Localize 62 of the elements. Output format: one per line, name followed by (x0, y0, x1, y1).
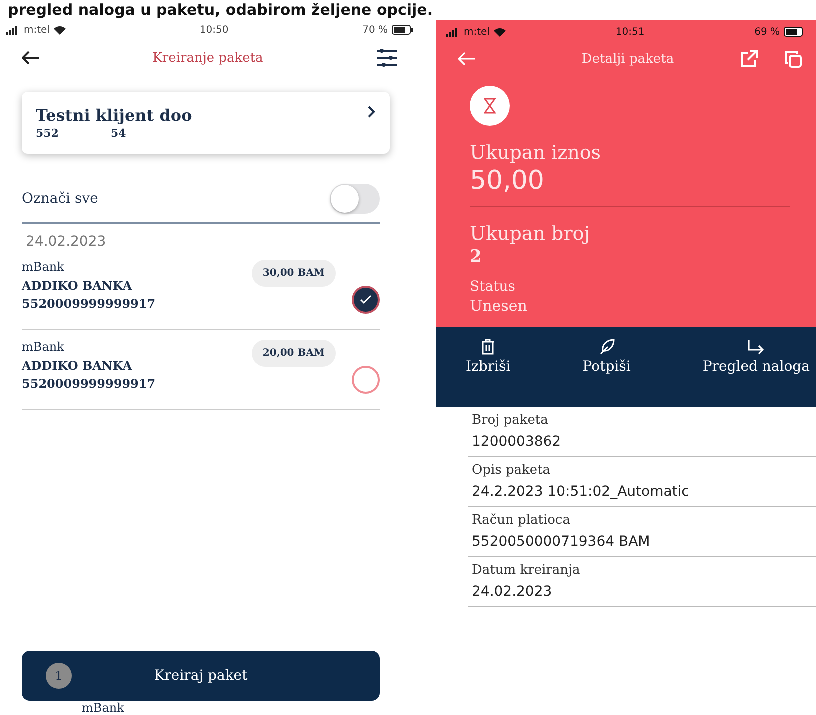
detail-label: Datum kreiranja (472, 563, 582, 578)
status-value: Unesen (470, 297, 528, 315)
screen-title: Detalji paketa (580, 52, 676, 66)
total-count-label: Ukupan broj (470, 223, 592, 245)
total-amount-value: 50,00 (470, 166, 546, 196)
client-code: 54 (110, 127, 126, 140)
detail-value: 24.2.2023 10:51:02_Automatic (472, 484, 690, 500)
select-checkbox[interactable] (352, 366, 380, 394)
amount-pill: 30,00 BAM (252, 260, 336, 287)
toggle-switch[interactable] (330, 184, 380, 214)
payer-name: mBank (82, 701, 126, 715)
amount-pill: 20,00 BAM (252, 340, 336, 367)
detail-label: Račun platioca (472, 513, 572, 528)
filter-icon[interactable] (376, 48, 398, 68)
account-number: 5520009999999917 (22, 297, 157, 311)
checkmark-icon (360, 295, 372, 305)
copy-icon[interactable] (784, 50, 802, 68)
chevron-right-icon (368, 106, 376, 118)
detail-value: 5520050000719364 BAM (472, 534, 652, 550)
payer-name: mBank (22, 260, 66, 274)
back-arrow-icon[interactable] (22, 51, 40, 65)
screen-title: Kreiranje paketa (152, 50, 264, 66)
client-code: 552 (36, 127, 59, 140)
battery-percent: 69 % (754, 26, 780, 38)
total-count-value: 2 (470, 247, 483, 267)
battery-icon (784, 27, 806, 37)
delete-action-button[interactable]: Izbriši (466, 339, 511, 395)
create-package-button[interactable]: 1 Kreiraj paket (22, 651, 380, 701)
payer-name: mBank (22, 340, 66, 354)
bank-name: ADDIKO BANKA (22, 279, 134, 293)
share-icon[interactable] (740, 50, 758, 68)
signal-icon (446, 28, 460, 36)
wifi-icon (54, 26, 66, 34)
date-heading: 24.02.2023 (26, 234, 108, 250)
detail-label: Opis paketa (472, 463, 552, 478)
battery-icon (392, 25, 414, 35)
client-card[interactable]: Testni klijent doo 552 54 (22, 92, 390, 154)
wifi-icon (494, 28, 506, 36)
caption-text: pregled naloga u paketu, odabirom željene opcije. (7, 0, 434, 20)
status-label: Status (470, 279, 516, 295)
signal-icon (6, 26, 20, 34)
count-badge: 1 (46, 663, 72, 689)
trash-icon (481, 339, 496, 355)
select-all-label: Označi sve (22, 191, 98, 207)
forward-action-button[interactable]: Pregled naloga (702, 339, 810, 395)
sign-action-button[interactable]: Potpiši (582, 339, 631, 395)
feather-icon (598, 339, 615, 355)
battery-percent: 70 % (362, 24, 388, 36)
client-name: Testni klijent doo (36, 106, 192, 125)
carrier-name: m:tel (464, 26, 490, 38)
turn-arrow-icon (747, 339, 766, 355)
total-amount-label: Ukupan iznos (470, 142, 602, 164)
bank-name: ADDIKO BANKA (22, 359, 134, 373)
select-checkbox[interactable] (352, 286, 380, 314)
carrier-name: m:tel (24, 24, 50, 36)
detail-label: Broj paketa (472, 413, 550, 428)
clock-time: 10:50 (200, 24, 229, 36)
detail-value: 24.02.2023 (472, 584, 554, 600)
hourglass-icon (470, 86, 510, 126)
detail-value: 1200003862 (472, 434, 562, 450)
clock-time: 10:51 (616, 26, 645, 38)
account-number: 5520009999999917 (22, 377, 157, 391)
